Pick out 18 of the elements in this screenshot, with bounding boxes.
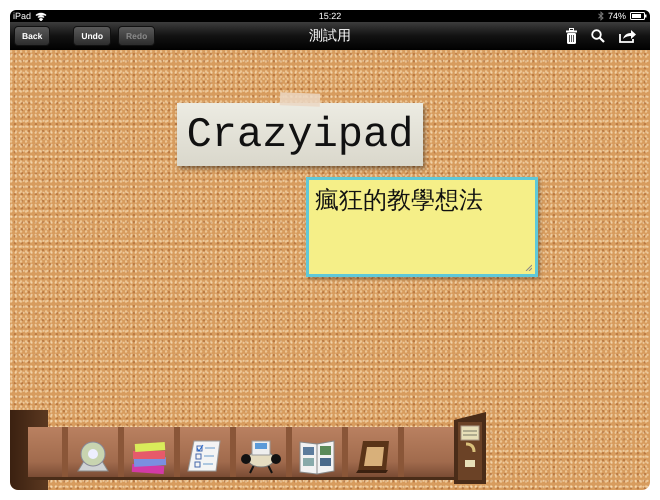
status-time: 15:22: [318, 11, 342, 21]
tape-strip: [280, 92, 320, 107]
notebook-stack-icon[interactable]: [129, 439, 169, 475]
card-drawer-icon[interactable]: [454, 412, 486, 484]
battery-percent: 74%: [608, 11, 626, 21]
sticky-note[interactable]: 瘋狂的教學想法: [306, 177, 538, 277]
share-icon[interactable]: [619, 29, 636, 43]
trash-icon[interactable]: [566, 28, 577, 44]
toolbar-title: 測試用: [309, 27, 351, 45]
toolbar-button[interactable]: Back: [14, 26, 50, 46]
resize-grip-icon[interactable]: [525, 264, 532, 271]
wifi-icon: [35, 12, 48, 20]
label-card[interactable]: Crazyipad: [177, 103, 423, 166]
search-icon[interactable]: [591, 29, 605, 43]
battery-icon: [630, 12, 647, 20]
bluetooth-icon: [598, 11, 604, 21]
device-name: iPad: [13, 11, 32, 21]
toolbar-button[interactable]: Undo: [73, 26, 112, 46]
